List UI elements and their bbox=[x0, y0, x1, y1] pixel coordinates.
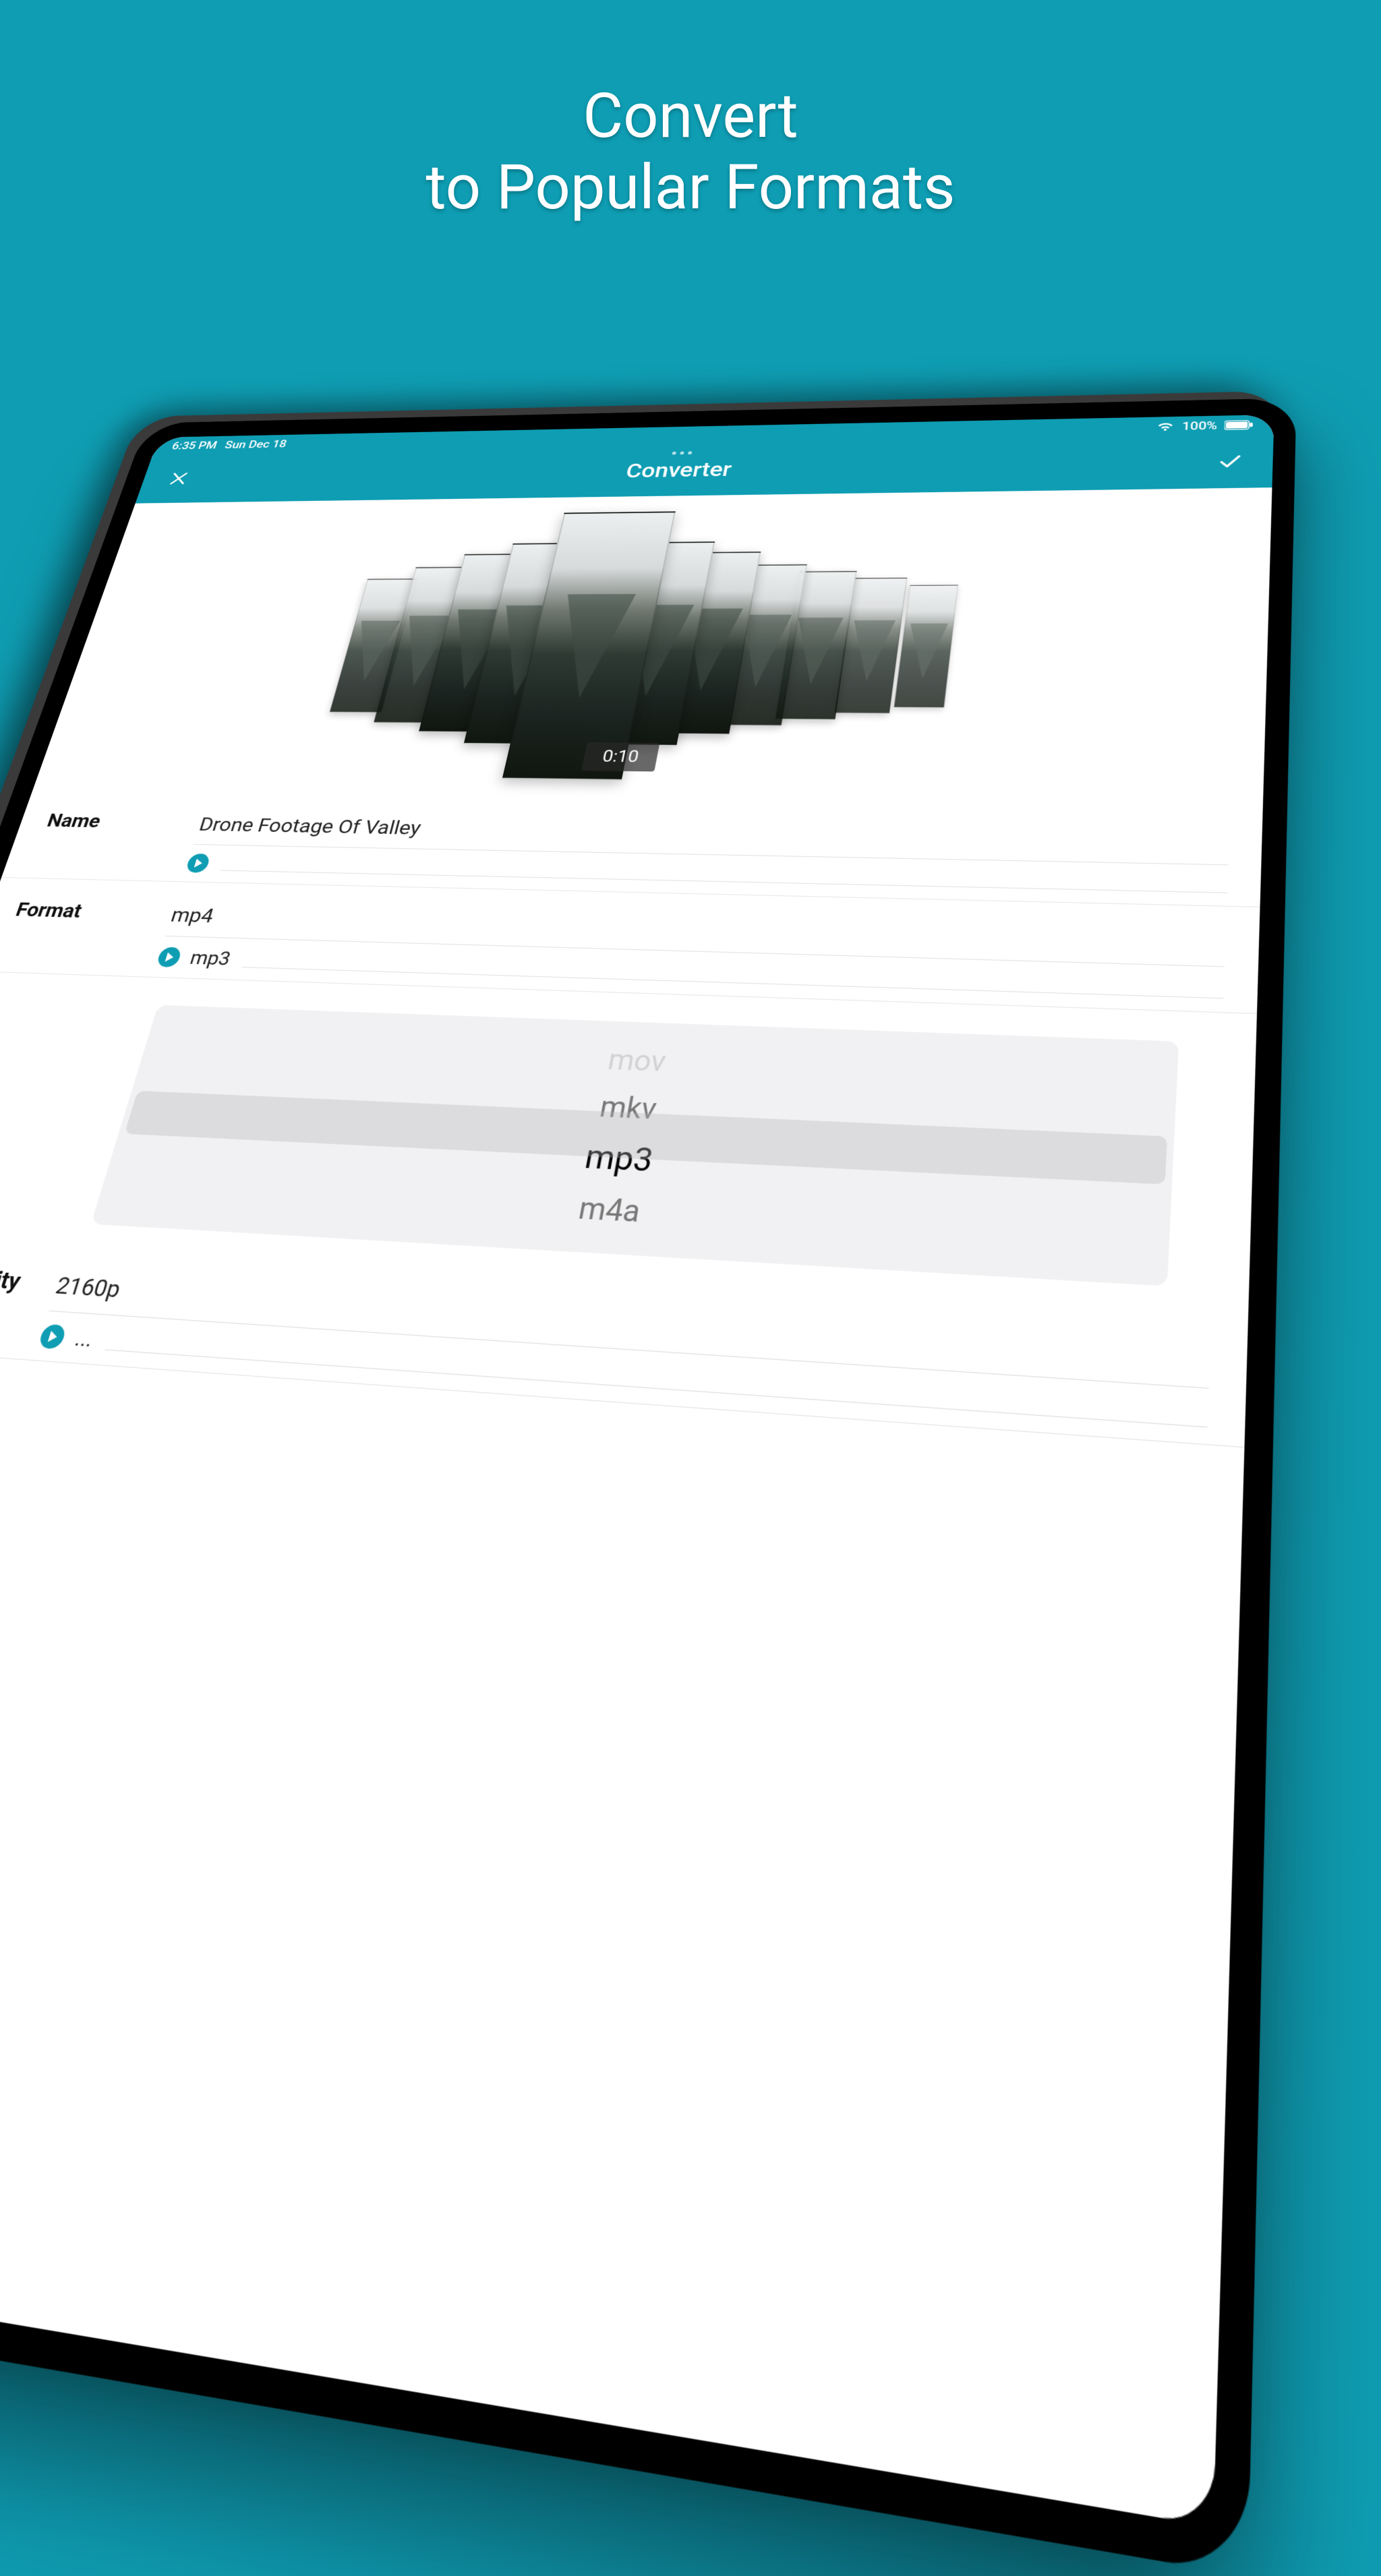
name-label: Name bbox=[45, 808, 204, 834]
multitask-dots-icon bbox=[672, 451, 692, 454]
device-frame: 6:35 PM Sun Dec 18 100% bbox=[0, 398, 1297, 2576]
page-title: Converter bbox=[624, 458, 733, 482]
underline bbox=[241, 967, 1223, 998]
timestamp-badge: 0:10 bbox=[581, 742, 660, 771]
video-quality-target-value[interactable]: ... bbox=[72, 1325, 97, 1352]
close-button[interactable] bbox=[160, 467, 197, 491]
format-label: Format bbox=[13, 896, 177, 925]
video-preview-filmstrip[interactable]: 0:10 bbox=[32, 487, 1272, 808]
play-icon[interactable] bbox=[38, 1323, 67, 1349]
format-target-value[interactable]: mp3 bbox=[187, 947, 233, 969]
status-date: Sun Dec 18 bbox=[223, 438, 289, 450]
wifi-icon bbox=[1156, 421, 1175, 432]
play-icon[interactable] bbox=[156, 947, 183, 967]
status-battery-percent: 100% bbox=[1181, 419, 1217, 432]
screen: 6:35 PM Sun Dec 18 100% bbox=[0, 415, 1274, 2527]
confirm-button[interactable] bbox=[1212, 448, 1248, 475]
play-icon[interactable] bbox=[185, 853, 211, 873]
video-quality-label: Video Quality bbox=[0, 1257, 62, 1298]
status-time: 6:35 PM bbox=[171, 439, 219, 452]
battery-icon bbox=[1225, 420, 1254, 430]
format-picker[interactable]: mov mkv mp3 m4a bbox=[91, 1005, 1179, 1286]
marketing-headline: Convert to Popular Formats bbox=[425, 81, 955, 224]
